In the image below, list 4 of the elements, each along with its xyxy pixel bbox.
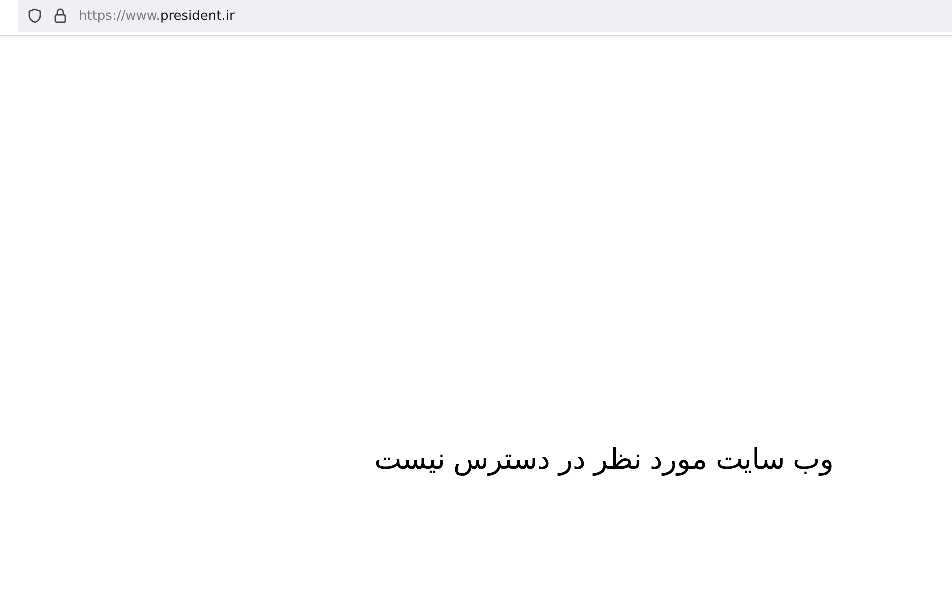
lock-icon[interactable] [54, 8, 67, 24]
error-message: وب سایت مورد نظر در دسترس نیست [374, 443, 834, 478]
shield-icon[interactable] [28, 8, 42, 24]
url-text[interactable]: https://www.president.ir [79, 8, 235, 24]
